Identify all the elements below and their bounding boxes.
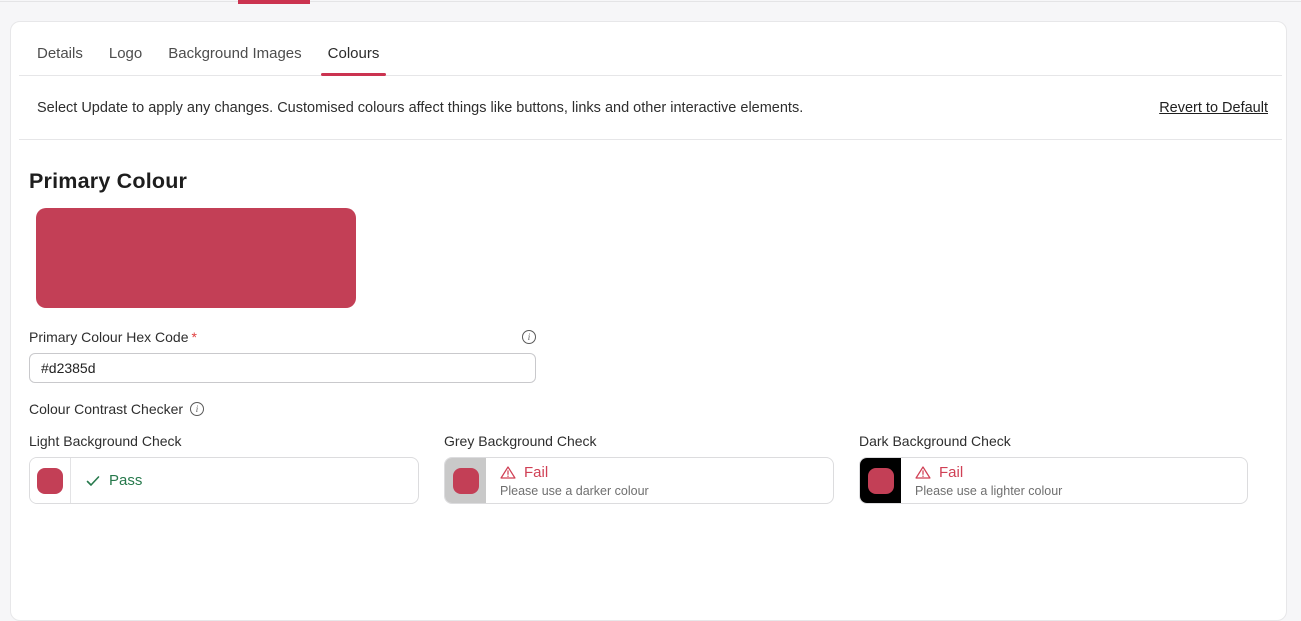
warning-icon [915, 465, 931, 480]
light-background-check: Light Background Check Pass [29, 433, 419, 504]
tab-logo[interactable]: Logo [102, 38, 149, 75]
hex-code-label: Primary Colour Hex Code [29, 329, 189, 345]
tab-bar: Details Logo Background Images Colours [19, 22, 1282, 76]
status-line: Pass [85, 472, 418, 489]
check-message: Please use a darker colour [500, 484, 833, 498]
status-text: Pass [109, 472, 142, 489]
warning-icon [500, 465, 516, 480]
check-icon [85, 473, 101, 489]
primary-colour-swatch [36, 208, 356, 308]
hex-code-info-icon[interactable]: i [522, 330, 536, 344]
check-label: Light Background Check [29, 433, 419, 449]
check-swatch-cell [30, 458, 71, 503]
tab-details[interactable]: Details [30, 38, 90, 75]
check-swatch-cell [860, 458, 901, 503]
mini-colour-swatch [453, 468, 479, 494]
check-card: Pass [29, 457, 419, 504]
check-swatch-cell [445, 458, 486, 503]
status-line: Fail [915, 464, 1247, 481]
required-marker: * [192, 329, 197, 345]
check-label: Grey Background Check [444, 433, 834, 449]
grey-background-check: Grey Background Check Fail [444, 433, 834, 504]
page-title: Primary Colour [29, 169, 1286, 194]
contrast-checker-label-row: Colour Contrast Checker i [29, 401, 1286, 417]
mini-colour-swatch [37, 468, 63, 494]
mini-colour-swatch [868, 468, 894, 494]
check-message: Please use a lighter colour [915, 484, 1247, 498]
contrast-checker-info-icon[interactable]: i [190, 402, 204, 416]
hex-label-row: Primary Colour Hex Code * i [29, 329, 536, 345]
status-text: Fail [524, 464, 548, 481]
dark-background-check: Dark Background Check Fail [859, 433, 1248, 504]
check-label: Dark Background Check [859, 433, 1248, 449]
top-nav-active-indicator [238, 0, 310, 4]
tab-colours[interactable]: Colours [321, 38, 387, 75]
check-card: Fail Please use a darker colour [444, 457, 834, 504]
check-card: Fail Please use a lighter colour [859, 457, 1248, 504]
contrast-checker-label: Colour Contrast Checker [29, 401, 183, 417]
status-line: Fail [500, 464, 833, 481]
contrast-checks-row: Light Background Check Pass [29, 433, 1286, 504]
status-text: Fail [939, 464, 963, 481]
settings-panel: Details Logo Background Images Colours S… [10, 21, 1287, 621]
colours-tab-content: Primary Colour Primary Colour Hex Code *… [11, 140, 1286, 504]
top-divider [0, 1, 1301, 2]
revert-to-default-link[interactable]: Revert to Default [1159, 100, 1268, 116]
tab-background-images[interactable]: Background Images [161, 38, 308, 75]
hex-code-input[interactable] [29, 353, 536, 383]
notice-text: Select Update to apply any changes. Cust… [37, 100, 803, 116]
notice-row: Select Update to apply any changes. Cust… [19, 76, 1282, 140]
